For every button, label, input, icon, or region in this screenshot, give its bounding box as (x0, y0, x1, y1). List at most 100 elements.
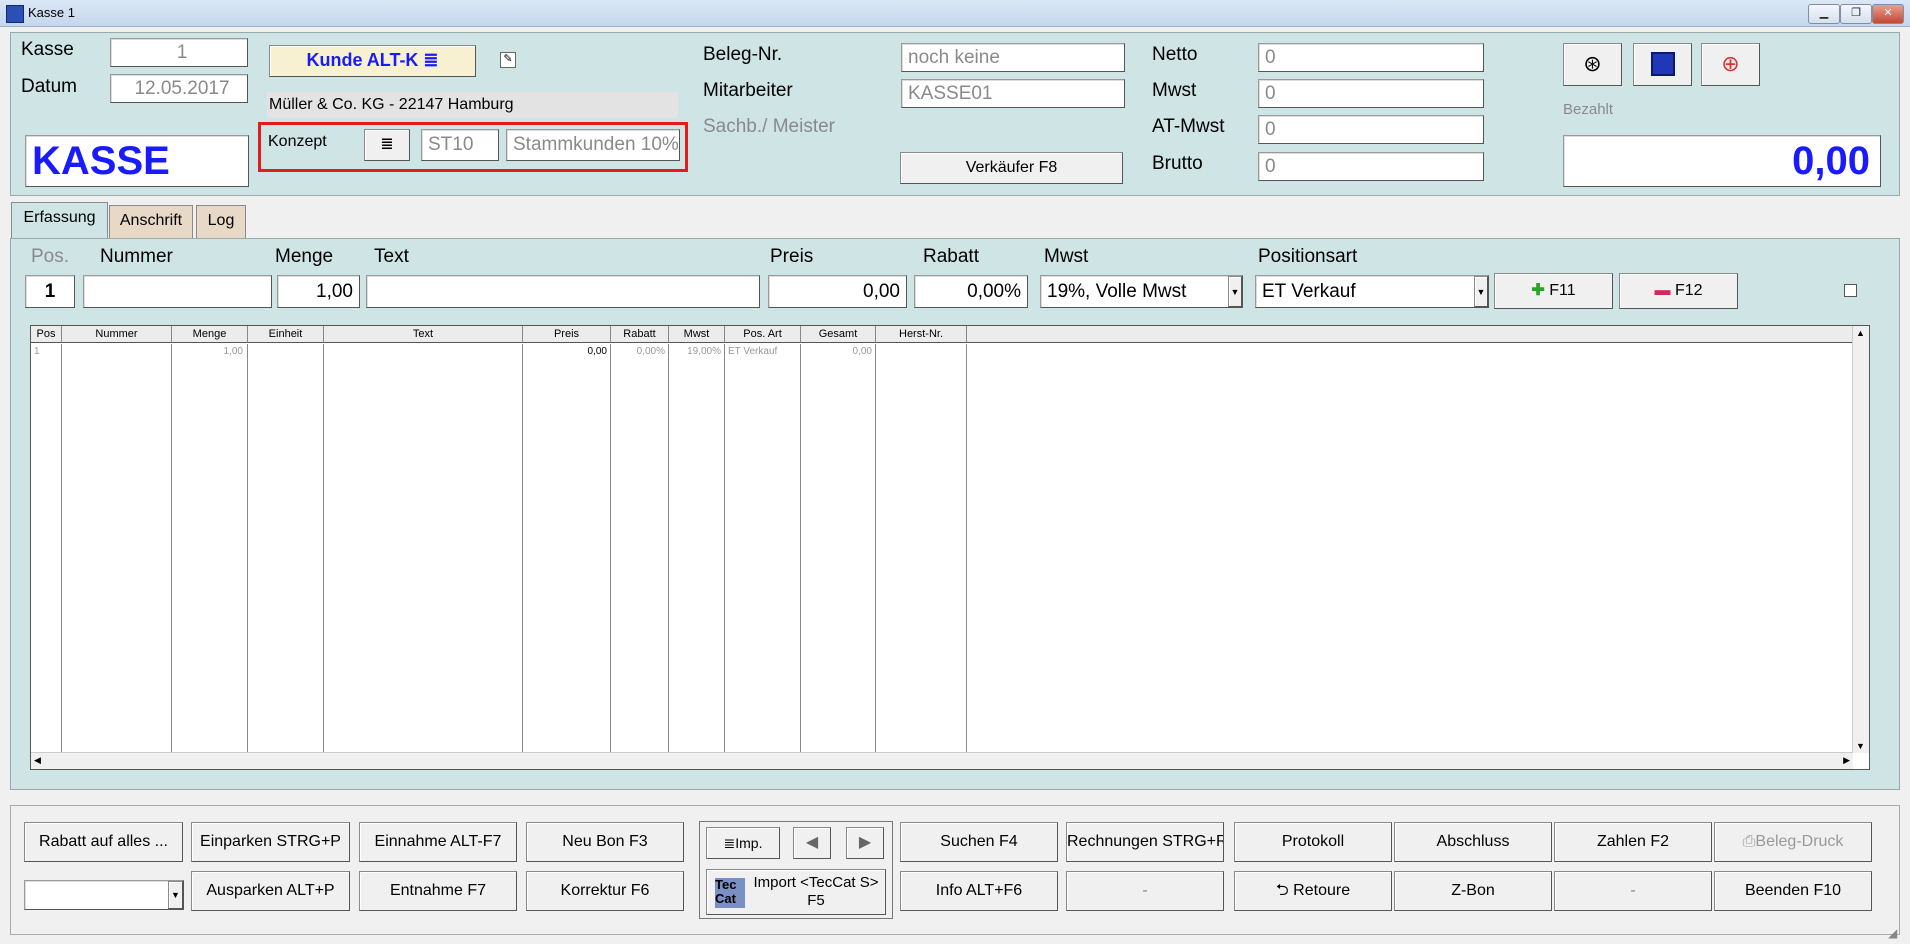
menge-label: Menge (275, 246, 334, 267)
teccat-logo-icon: Tec Cat (715, 878, 745, 908)
entnahme-button[interactable]: Entnahme F7 (359, 871, 517, 911)
column-header-rabatt[interactable]: Rabatt (611, 326, 669, 343)
tab-anschrift[interactable]: Anschrift (109, 205, 193, 238)
column-header-nummer[interactable]: Nummer (62, 326, 172, 343)
konzept-list-button[interactable]: ≣ (364, 129, 410, 161)
atmwst-label: AT-Mwst (1152, 116, 1225, 137)
atmwst-field: 0 (1258, 115, 1484, 144)
tab-log[interactable]: Log (196, 205, 246, 238)
register-icon[interactable] (1633, 43, 1692, 86)
scroll-left-icon[interactable]: ◀ (34, 755, 41, 766)
edit-customer-icon[interactable]: ✎ (500, 52, 516, 68)
column-divider (669, 344, 725, 753)
prev-arrow-icon[interactable]: ◀ (793, 827, 831, 859)
rabatt-chevron-down-icon[interactable]: ▼ (168, 881, 183, 909)
scroll-right-icon[interactable]: ▶ (1843, 755, 1850, 766)
kasse-field[interactable]: 1 (110, 38, 248, 67)
options-checkbox[interactable] (1844, 284, 1857, 297)
plus-icon: ✚ (1531, 282, 1545, 299)
column-header-text[interactable]: Text (324, 326, 523, 343)
nummer-input[interactable] (83, 275, 272, 308)
rabatt-input[interactable]: 0,00% (914, 275, 1028, 308)
konzept-code-field[interactable]: ST10 (421, 129, 499, 161)
text-input[interactable] (366, 275, 760, 308)
column-header-preis[interactable]: Preis (523, 326, 611, 343)
vertical-scrollbar[interactable]: ▲ ▼ (1852, 326, 1869, 753)
einnahme-button[interactable]: Einnahme ALT-F7 (359, 822, 517, 862)
scroll-up-icon[interactable]: ▲ (1856, 328, 1865, 338)
retoure-button[interactable]: ⮌ Retoure (1234, 871, 1392, 911)
cell-rabatt: 0,00% (636, 346, 665, 357)
kunde-button[interactable]: Kunde ALT-K ≣ (269, 45, 476, 77)
column-header-herstnr[interactable]: Herst-Nr. (876, 326, 967, 343)
imp-button[interactable]: ≣Imp. (706, 827, 780, 859)
column-header-einheit[interactable]: Einheit (248, 326, 324, 343)
import-teccat-button[interactable]: Tec Cat Import <TecCat S> F5 (706, 869, 886, 915)
maximize-button[interactable]: ❐ (1840, 4, 1872, 24)
rechnungen-button[interactable]: Rechnungen STRG+R (1066, 822, 1224, 862)
menge-input[interactable]: 1,00 (277, 275, 360, 308)
preis-input[interactable]: 0,00 (768, 275, 907, 308)
brutto-field: 0 (1258, 152, 1484, 181)
korrektur-button[interactable]: Korrektur F6 (526, 871, 684, 911)
empty-button-1: - (1066, 871, 1224, 911)
mwst-label: Mwst (1152, 80, 1197, 101)
lifebuoy-icon[interactable]: ⊕ (1701, 43, 1760, 86)
einparken-button[interactable]: Einparken STRG+P (191, 822, 350, 862)
pos-input[interactable]: 1 (25, 275, 75, 308)
column-divider (801, 344, 876, 753)
column-header-menge[interactable]: Menge (172, 326, 248, 343)
rabatt-select[interactable] (24, 880, 184, 910)
beleg-field[interactable]: noch keine (901, 43, 1125, 72)
mwst-chevron-down-icon[interactable]: ▼ (1228, 276, 1242, 307)
column-header-pos[interactable]: Pos (31, 326, 62, 343)
close-button[interactable]: ✕ (1872, 4, 1904, 24)
camera-search-icon[interactable]: ⊛ (1563, 43, 1622, 86)
suchen-button[interactable]: Suchen F4 (900, 822, 1058, 862)
rabatt-alles-button[interactable]: Rabatt auf alles ... (24, 822, 183, 862)
konzept-name-field[interactable]: Stammkunden 10% (506, 129, 680, 161)
abschluss-button[interactable]: Abschluss (1394, 822, 1552, 862)
cell-posart: ET Verkauf (728, 346, 778, 357)
datum-field[interactable]: 12.05.2017 (110, 74, 248, 103)
info-button[interactable]: Info ALT+F6 (900, 871, 1058, 911)
nummer-label: Nummer (100, 246, 173, 267)
positionsart-select[interactable]: ET Verkauf (1255, 275, 1489, 308)
import-label-line2: F5 (807, 892, 825, 909)
column-header-gesamt[interactable]: Gesamt (801, 326, 876, 343)
scroll-down-icon[interactable]: ▼ (1856, 741, 1865, 751)
table-row[interactable]: 1 1,00 0,00 0,00% 19,00% ET Verkauf 0,00 (31, 344, 1853, 360)
column-header-posart[interactable]: Pos. Art (725, 326, 801, 343)
verkaeufer-button[interactable]: Verkäufer F8 (900, 152, 1123, 184)
ausparken-button[interactable]: Ausparken ALT+P (191, 871, 350, 911)
mwst-select[interactable]: 19%, Volle Mwst (1040, 275, 1243, 308)
positionsart-chevron-down-icon[interactable]: ▼ (1474, 276, 1488, 307)
add-button-label: F11 (1549, 282, 1576, 299)
minimize-button[interactable]: ▁ (1808, 4, 1840, 24)
remove-position-button[interactable]: ▬ F12 (1619, 273, 1738, 309)
zahlen-button[interactable]: Zahlen F2 (1554, 822, 1712, 862)
next-arrow-icon[interactable]: ▶ (846, 827, 884, 859)
app-icon (6, 5, 24, 23)
tab-erfassung[interactable]: Erfassung (11, 202, 108, 239)
cell-mwst: 19,00% (687, 346, 721, 357)
cell-gesamt: 0,00 (852, 346, 872, 357)
protokoll-button[interactable]: Protokoll (1234, 822, 1392, 862)
horizontal-scrollbar[interactable]: ◀ ▶ (31, 752, 1853, 769)
text-label: Text (374, 246, 409, 267)
neu-bon-button[interactable]: Neu Bon F3 (526, 822, 684, 862)
add-position-button[interactable]: ✚ F11 (1494, 273, 1613, 309)
z-bon-button[interactable]: Z-Bon (1394, 871, 1552, 911)
bezahlt-label: Bezahlt (1563, 101, 1614, 118)
cell-menge: 1,00 (223, 346, 243, 357)
preis-label: Preis (770, 246, 814, 267)
mitarbeiter-field[interactable]: KASSE01 (901, 79, 1125, 108)
kasse-big-title: KASSE (25, 135, 249, 187)
kasse-label: Kasse (21, 39, 74, 60)
column-header-mwst[interactable]: Mwst (669, 326, 725, 343)
beenden-button[interactable]: Beenden F10 (1714, 871, 1872, 911)
resize-grip-icon[interactable]: ◢ (1888, 926, 1897, 940)
konzept-label: Konzept (268, 133, 327, 150)
empty-button-2: - (1554, 871, 1712, 911)
mitarbeiter-label: Mitarbeiter (703, 80, 793, 101)
